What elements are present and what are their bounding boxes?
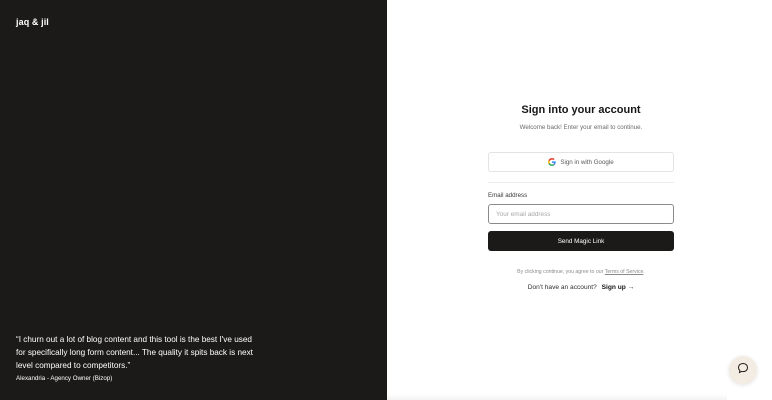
send-magic-link-button[interactable]: Send Magic Link: [488, 231, 674, 251]
page-subtitle: Welcome back! Enter your email to contin…: [519, 124, 643, 131]
brand-logo: jaq & jil: [16, 17, 49, 27]
signin-panel: Sign into your account Welcome back! Ent…: [387, 0, 772, 400]
signup-prompt: Don't have an account? Sign up →: [488, 284, 674, 291]
bottom-shadow: [387, 394, 727, 400]
terms-suffix: .: [643, 269, 645, 275]
terms-prefix: By clicking continue, you agree to our: [517, 269, 605, 275]
page-title: Sign into your account: [521, 104, 641, 116]
signup-link[interactable]: Sign up →: [602, 284, 635, 291]
terms-of-service-link[interactable]: Terms of Service: [605, 269, 644, 275]
google-icon: [548, 158, 557, 166]
google-signin-label: Sign in with Google: [560, 158, 614, 166]
email-field[interactable]: [488, 204, 674, 224]
chat-bubble-icon: [737, 361, 749, 379]
chat-launcher-button[interactable]: [729, 356, 757, 384]
no-account-text: Don't have an account?: [527, 284, 597, 291]
testimonial-author: Alexandria - Agency Owner (Bizop): [16, 375, 113, 382]
testimonial-quote: “I churn out a lot of blog content and t…: [16, 335, 253, 370]
signin-form: Sign into your account Welcome back! Ent…: [488, 104, 674, 291]
terms-notice: By clicking continue, you agree to our T…: [488, 269, 674, 275]
testimonial-panel: jaq & jil “I churn out a lot of blog con…: [0, 0, 387, 400]
google-signin-button[interactable]: Sign in with Google: [488, 152, 674, 172]
divider: [488, 182, 674, 183]
email-label: Email address: [488, 192, 528, 199]
